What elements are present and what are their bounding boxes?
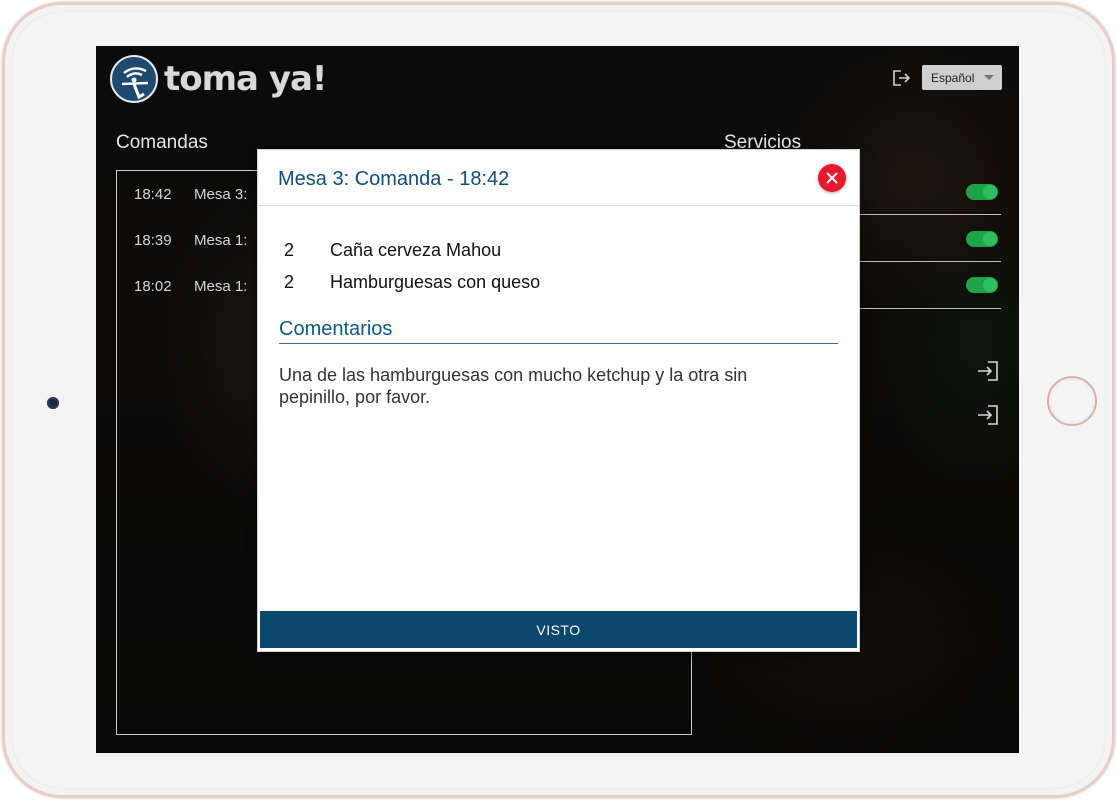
logo-text: toma ya! [164, 59, 327, 99]
close-icon [826, 172, 838, 184]
order-label: Mesa 1: [194, 232, 248, 249]
service-toggle[interactable] [966, 277, 998, 293]
list-item: 2 Caña cerveza Mahou [284, 234, 540, 266]
order-row[interactable]: 18:42 Mesa 3: [134, 186, 247, 206]
divider [856, 214, 1001, 215]
list-item: 2 Hamburguesas con queso [284, 266, 540, 298]
item-quantity: 2 [284, 239, 295, 260]
comments-heading: Comentarios [279, 318, 838, 344]
order-label: Mesa 1: [194, 278, 248, 295]
modal-header: Mesa 3: Comanda - 18:42 [258, 150, 859, 206]
order-time: 18:42 [134, 186, 172, 203]
order-time: 18:39 [134, 232, 172, 249]
chevron-down-icon [984, 75, 994, 80]
item-name: Caña cerveza Mahou [330, 239, 502, 260]
enter-icon[interactable] [976, 360, 1000, 382]
divider [856, 308, 1001, 309]
camera [47, 397, 59, 409]
app-logo: toma ya! [110, 53, 327, 105]
language-select[interactable]: Español [922, 65, 1002, 90]
close-button[interactable] [818, 164, 846, 192]
home-button[interactable] [1047, 376, 1097, 426]
service-toggle[interactable] [966, 231, 998, 247]
visto-button[interactable]: VISTO [260, 611, 857, 648]
item-name: Hamburguesas con queso [330, 271, 541, 292]
logo-icon [110, 55, 158, 103]
comandas-title: Comandas [116, 132, 208, 153]
order-time: 18:02 [134, 278, 172, 295]
enter-icon[interactable] [976, 404, 1000, 426]
app-screen: toma ya! Español Comandas Servicios 18:4… [96, 46, 1019, 753]
item-quantity: 2 [284, 271, 295, 292]
logout-icon[interactable] [891, 68, 911, 88]
comments-text: Una de las hamburguesas con mucho ketchu… [279, 365, 748, 407]
order-label: Mesa 3: [194, 186, 248, 203]
order-row[interactable]: 18:39 Mesa 1: [134, 232, 247, 252]
divider [856, 261, 1001, 262]
modal-title: Mesa 3: Comanda - 18:42 [278, 168, 510, 190]
order-detail-modal: Mesa 3: Comanda - 18:42 2 Caña cerveza M… [258, 150, 859, 651]
order-items-list: 2 Caña cerveza Mahou 2 Hamburguesas con … [284, 234, 540, 298]
order-row[interactable]: 18:02 Mesa 1: [134, 278, 247, 298]
language-select-value: Español [931, 70, 975, 85]
service-toggle[interactable] [966, 184, 998, 200]
